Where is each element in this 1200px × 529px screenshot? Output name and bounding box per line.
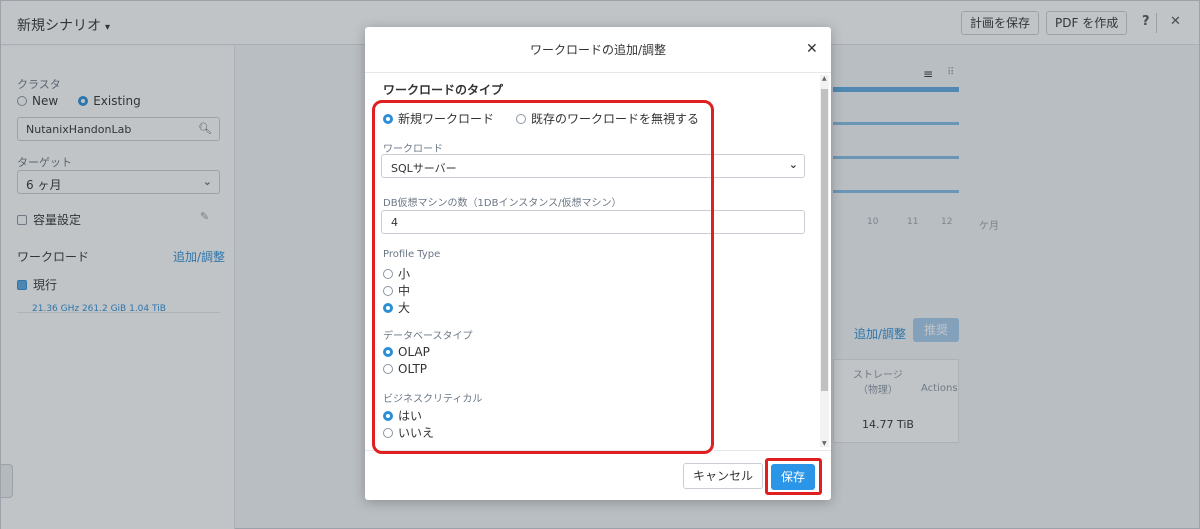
cancel-button[interactable]: キャンセル <box>683 463 763 489</box>
highlight-annotation <box>372 100 714 454</box>
workload-type-heading: ワークロードのタイプ <box>383 83 504 97</box>
scroll-down-icon[interactable]: ▼ <box>822 440 827 447</box>
scrollbar-thumb[interactable] <box>821 89 828 391</box>
chevron-down-icon: ⌄ <box>788 158 798 171</box>
save-highlight-annotation <box>765 458 822 495</box>
close-icon[interactable]: ✕ <box>806 41 818 57</box>
scroll-up-icon[interactable]: ▲ <box>822 75 827 82</box>
modal-title: ワークロードの追加/調整 <box>529 43 667 57</box>
modal-header: ワークロードの追加/調整 ✕ <box>365 27 831 73</box>
